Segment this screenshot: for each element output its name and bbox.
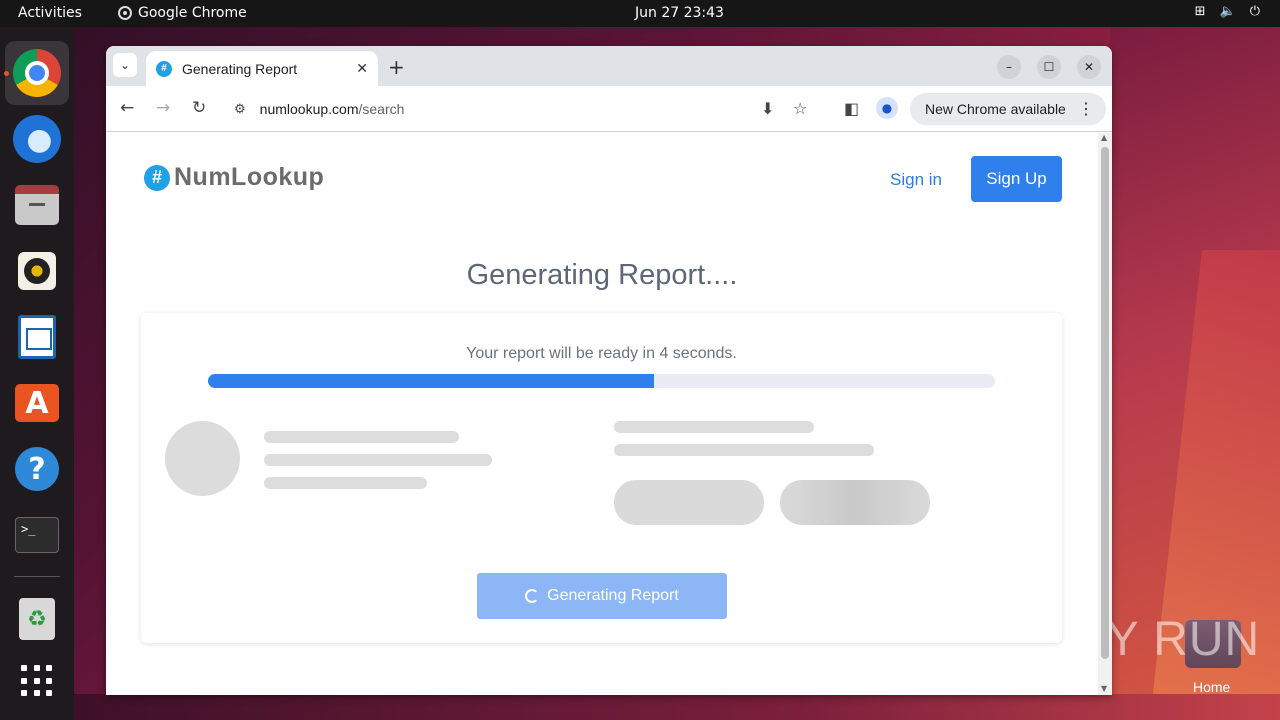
new-tab-button[interactable]: +: [388, 55, 405, 79]
chrome-update-button[interactable]: New Chrome available ⋮: [910, 93, 1106, 125]
trash-icon: ♻: [19, 598, 55, 640]
skeleton-line: [264, 431, 459, 443]
tab-generating-report[interactable]: # Generating Report ✕: [146, 51, 378, 86]
numlookup-logo[interactable]: # NumLookup: [144, 163, 324, 192]
help-icon: ?: [15, 447, 59, 491]
app-center-icon: A: [15, 384, 59, 422]
hash-logo-icon: #: [144, 164, 170, 191]
tab-title: Generating Report: [182, 60, 298, 77]
chrome-icon: [13, 49, 61, 97]
ready-countdown: Your report will be ready in 4 seconds.: [466, 345, 737, 362]
close-tab-icon[interactable]: ✕: [356, 60, 368, 77]
app-menu[interactable]: Google Chrome: [118, 5, 247, 21]
scroll-thumb[interactable]: [1101, 147, 1109, 659]
side-panel-icon[interactable]: ◧: [844, 99, 859, 118]
page-scrollbar[interactable]: ▲ ▼: [1098, 133, 1112, 695]
dock-thunderbird[interactable]: [5, 107, 69, 171]
wallpaper-shard: [74, 694, 1280, 720]
chrome-window: ⌄ # Generating Report ✕ + – ☐ ✕ ← → ↻ ⚙ …: [106, 46, 1112, 695]
dock-help[interactable]: ?: [5, 437, 69, 501]
dock-files[interactable]: [5, 173, 69, 237]
numlookup-favicon: #: [156, 60, 172, 77]
home-label: Home: [1193, 679, 1231, 695]
spinner-icon: [525, 589, 540, 603]
close-icon: ✕: [1083, 60, 1095, 74]
tab-search-button[interactable]: ⌄: [113, 53, 137, 77]
maximize-icon: ☐: [1043, 60, 1055, 74]
clock[interactable]: Jun 27 23:43: [635, 5, 724, 21]
dock-writer[interactable]: [5, 305, 69, 369]
url-host: numlookup.com: [259, 101, 359, 117]
dock-rhythmbox[interactable]: [5, 239, 69, 303]
dock-app-center[interactable]: A: [5, 371, 69, 435]
report-card: Your report will be ready in 4 seconds. …: [141, 313, 1062, 643]
top-bar: Activities Google Chrome Jun 27 23:43 ⊞ …: [0, 0, 1280, 27]
app-name: Google Chrome: [138, 5, 247, 21]
dock-show-apps[interactable]: [5, 649, 69, 713]
skeleton-avatar: [165, 421, 240, 496]
site-info-icon[interactable]: ⚙: [234, 101, 246, 117]
skeleton-pill: [614, 480, 764, 525]
maximize-button[interactable]: ☐: [1037, 55, 1061, 79]
url-path: /search: [358, 101, 405, 117]
minimize-button[interactable]: –: [997, 55, 1021, 79]
writer-icon: [18, 315, 56, 359]
skeleton-line: [614, 421, 814, 433]
thunderbird-icon: [13, 115, 61, 163]
dock-terminal[interactable]: >_: [5, 503, 69, 567]
volume-icon: 🔈: [1219, 4, 1236, 19]
minimize-icon: –: [1006, 60, 1012, 74]
rhythmbox-icon: [18, 252, 56, 290]
reload-button[interactable]: ↻: [192, 98, 206, 118]
show-apps-icon: [21, 665, 53, 697]
dock-chrome[interactable]: [5, 41, 69, 105]
forward-button[interactable]: →: [156, 98, 170, 118]
scroll-down-icon[interactable]: ▼: [1101, 684, 1107, 693]
activities-button[interactable]: Activities: [18, 5, 82, 21]
update-label: New Chrome available: [925, 101, 1066, 117]
profile-avatar-icon[interactable]: ●: [876, 97, 898, 119]
install-app-icon[interactable]: ⬇: [761, 99, 774, 118]
dock-trash[interactable]: ♻: [5, 587, 69, 651]
files-icon: [15, 185, 59, 225]
web-page: # NumLookup Sign in Sign Up Generating R…: [106, 133, 1098, 695]
progress-fill: [208, 374, 655, 388]
tab-strip: ⌄ # Generating Report ✕ + – ☐ ✕: [106, 46, 1112, 86]
chrome-small-icon: [118, 6, 132, 20]
bookmark-star-icon[interactable]: ☆: [793, 99, 807, 118]
skeleton-line: [614, 444, 874, 456]
logo-text: NumLookup: [174, 163, 325, 191]
network-icon: ⊞: [1194, 4, 1206, 19]
generating-report-label: Generating Report: [547, 587, 679, 604]
terminal-icon: >_: [15, 517, 59, 553]
power-icon: ⏻: [1249, 4, 1260, 19]
dock: A ? >_ ♻: [0, 27, 74, 720]
browser-toolbar: ← → ↻ ⚙ numlookup.com/search ⬇ ☆ ◧ ● New…: [106, 86, 1112, 132]
sign-in-link[interactable]: Sign in: [890, 170, 942, 190]
skeleton-line: [264, 454, 492, 466]
dock-separator: [14, 576, 60, 577]
close-window-button[interactable]: ✕: [1077, 55, 1101, 79]
generating-report-button[interactable]: Generating Report: [477, 573, 727, 619]
skeleton-line: [264, 477, 427, 489]
skeleton-pill: [780, 480, 930, 525]
menu-kebab-icon: ⋮: [1078, 101, 1094, 118]
running-indicator: [4, 71, 9, 76]
address-bar[interactable]: ⚙ numlookup.com/search: [224, 92, 824, 126]
back-button[interactable]: ←: [120, 98, 134, 118]
progress-bar: [208, 374, 995, 388]
page-title: Generating Report....: [466, 259, 738, 291]
scroll-up-icon[interactable]: ▲: [1101, 133, 1107, 142]
system-tray[interactable]: ⊞ 🔈 ⏻: [1195, 4, 1260, 19]
chevron-down-icon: ⌄: [119, 58, 131, 72]
sign-up-button[interactable]: Sign Up: [971, 156, 1062, 202]
